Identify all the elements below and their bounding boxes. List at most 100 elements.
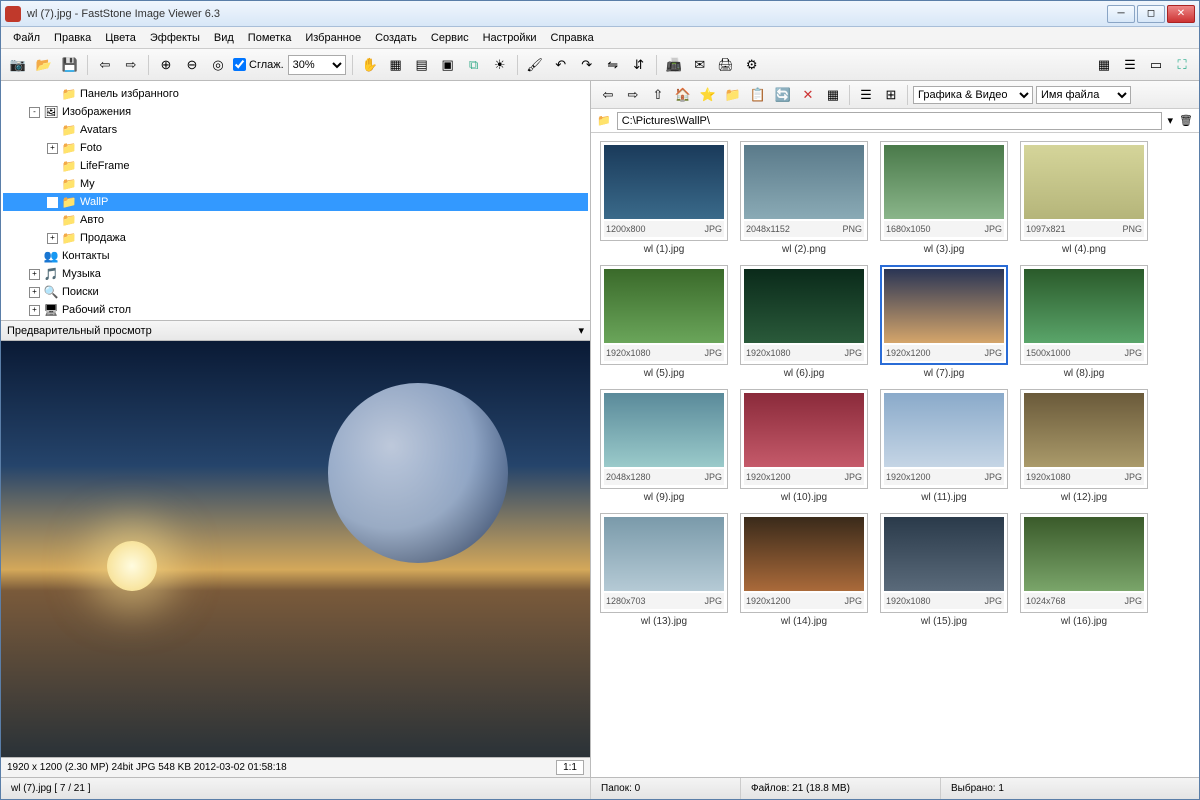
flip-h-icon[interactable]: ⇋ (602, 54, 624, 76)
tree-item[interactable]: +🔍Поиски (3, 283, 588, 301)
email-icon[interactable]: ✉ (689, 54, 711, 76)
acquire-icon[interactable]: 📷 (7, 54, 29, 76)
view-filmstrip-icon[interactable]: ▭ (1145, 54, 1167, 76)
rotate-left-icon[interactable]: ↶ (550, 54, 572, 76)
save-icon[interactable]: 💾 (59, 54, 81, 76)
thumbnail[interactable]: 1920x1080JPGwl (5).jpg (599, 265, 729, 379)
grid-icon[interactable]: ⊞ (880, 84, 902, 106)
prev-icon[interactable]: ⇦ (94, 54, 116, 76)
thumbnail-grid[interactable]: 1200x800JPGwl (1).jpg2048x1152PNGwl (2).… (591, 133, 1199, 777)
filter-select[interactable]: Графика & Видео (913, 86, 1033, 104)
scanner-icon[interactable]: 📠 (663, 54, 685, 76)
tree-item[interactable]: 👥Контакты (3, 247, 588, 265)
expand-icon[interactable]: - (29, 107, 40, 118)
tree-item[interactable]: 📁LifeFrame (3, 157, 588, 175)
flip-v-icon[interactable]: ⇵ (628, 54, 650, 76)
canvas-icon[interactable]: ▣ (437, 54, 459, 76)
tree-item[interactable]: +📁Продажа (3, 229, 588, 247)
sort-select[interactable]: Имя файла (1036, 86, 1131, 104)
resize-icon[interactable]: ▤ (411, 54, 433, 76)
close-button[interactable]: ✕ (1167, 5, 1195, 23)
adjust-icon[interactable]: ☀ (489, 54, 511, 76)
menu-файл[interactable]: Файл (7, 30, 46, 46)
thumbnail[interactable]: 1920x1080JPGwl (15).jpg (879, 513, 1009, 627)
thumbnail[interactable]: 1920x1200JPGwl (11).jpg (879, 389, 1009, 503)
menu-эффекты[interactable]: Эффекты (144, 30, 206, 46)
clone-icon[interactable]: ⧉ (463, 54, 485, 76)
tree-item[interactable]: +🎵Музыка (3, 265, 588, 283)
tree-item[interactable]: +🖥Рабочий стол (3, 301, 588, 319)
refresh-icon[interactable]: 🔄 (772, 84, 794, 106)
menu-правка[interactable]: Правка (48, 30, 97, 46)
menu-пометка[interactable]: Пометка (242, 30, 298, 46)
menu-избранное[interactable]: Избранное (299, 30, 367, 46)
zoom-out-icon[interactable]: ⊖ (181, 54, 203, 76)
thumbnail[interactable]: 1920x1080JPGwl (6).jpg (739, 265, 869, 379)
thumbnail[interactable]: 2048x1152PNGwl (2).png (739, 141, 869, 255)
dropdown-icon[interactable]: ▾ (1168, 114, 1174, 127)
thumbnail[interactable]: 2048x1280JPGwl (9).jpg (599, 389, 729, 503)
zoom-in-icon[interactable]: ⊕ (155, 54, 177, 76)
draw-icon[interactable]: 🖌 (524, 54, 546, 76)
smoothing-checkbox[interactable]: Сглаж. (233, 58, 284, 71)
open-icon[interactable]: 📂 (33, 54, 55, 76)
thumbnail[interactable]: 1500x1000JPGwl (8).jpg (1019, 265, 1149, 379)
menu-настройки[interactable]: Настройки (477, 30, 543, 46)
crop-icon[interactable]: ▦ (385, 54, 407, 76)
hand-icon[interactable]: ✋ (359, 54, 381, 76)
tree-item[interactable]: 📁Авто (3, 211, 588, 229)
expand-icon[interactable]: + (29, 305, 40, 316)
maximize-button[interactable]: ◻ (1137, 5, 1165, 23)
view-details-icon[interactable]: ☰ (1119, 54, 1141, 76)
print-icon[interactable]: 🖨 (715, 54, 737, 76)
folder-tree[interactable]: 📁Панель избранного-🖼Изображения📁Avatars+… (1, 81, 590, 321)
tree-item[interactable]: 📁WallP (3, 193, 588, 211)
view-thumbnails-icon[interactable]: ▦ (1093, 54, 1115, 76)
path-input[interactable] (617, 112, 1162, 130)
delete-icon[interactable]: ✕ (797, 84, 819, 106)
forward-icon[interactable]: ⇨ (622, 84, 644, 106)
menu-справка[interactable]: Справка (545, 30, 600, 46)
select-all-icon[interactable]: ▦ (822, 84, 844, 106)
fullscreen-icon[interactable]: ⛶ (1171, 54, 1193, 76)
thumbnail[interactable]: 1920x1080JPGwl (12).jpg (1019, 389, 1149, 503)
menu-сервис[interactable]: Сервис (425, 30, 475, 46)
expand-icon[interactable]: + (29, 269, 40, 280)
next-icon[interactable]: ⇨ (120, 54, 142, 76)
preview-area[interactable] (1, 341, 590, 757)
favorites-icon[interactable]: ⭐ (697, 84, 719, 106)
chevron-down-icon[interactable]: ▾ (578, 324, 584, 337)
list-icon[interactable]: ☰ (855, 84, 877, 106)
actual-size-icon[interactable]: ◎ (207, 54, 229, 76)
new-folder-icon[interactable]: 📁 (722, 84, 744, 106)
settings-icon[interactable]: ⚙ (741, 54, 763, 76)
thumbnail[interactable]: 1097x821PNGwl (4).png (1019, 141, 1149, 255)
scale-button[interactable]: 1:1 (556, 760, 584, 775)
thumbnail[interactable]: 1920x1200JPGwl (14).jpg (739, 513, 869, 627)
trash-icon[interactable]: 🗑 (1179, 114, 1193, 127)
menu-цвета[interactable]: Цвета (99, 30, 142, 46)
tree-item[interactable]: 📁Avatars (3, 121, 588, 139)
home-icon[interactable]: 🏠 (672, 84, 694, 106)
up-icon[interactable]: ⇧ (647, 84, 669, 106)
expand-icon[interactable]: + (29, 287, 40, 298)
tree-item[interactable]: -🖼Изображения (3, 103, 588, 121)
back-icon[interactable]: ⇦ (597, 84, 619, 106)
thumbnail[interactable]: 1920x1200JPGwl (10).jpg (739, 389, 869, 503)
menu-вид[interactable]: Вид (208, 30, 240, 46)
expand-icon[interactable]: + (47, 143, 58, 154)
thumbnail[interactable]: 1920x1200JPGwl (7).jpg (879, 265, 1009, 379)
menu-создать[interactable]: Создать (369, 30, 423, 46)
copy-icon[interactable]: 📋 (747, 84, 769, 106)
tree-item[interactable]: 📁My (3, 175, 588, 193)
zoom-select[interactable]: 30% (288, 55, 346, 75)
thumbnail[interactable]: 1200x800JPGwl (1).jpg (599, 141, 729, 255)
thumbnail[interactable]: 1680x1050JPGwl (3).jpg (879, 141, 1009, 255)
expand-icon[interactable]: + (47, 233, 58, 244)
tree-item[interactable]: 📁Панель избранного (3, 85, 588, 103)
minimize-button[interactable]: ─ (1107, 5, 1135, 23)
thumbnail[interactable]: 1024x768JPGwl (16).jpg (1019, 513, 1149, 627)
rotate-right-icon[interactable]: ↷ (576, 54, 598, 76)
tree-item[interactable]: +📁Foto (3, 139, 588, 157)
thumbnail[interactable]: 1280x703JPGwl (13).jpg (599, 513, 729, 627)
